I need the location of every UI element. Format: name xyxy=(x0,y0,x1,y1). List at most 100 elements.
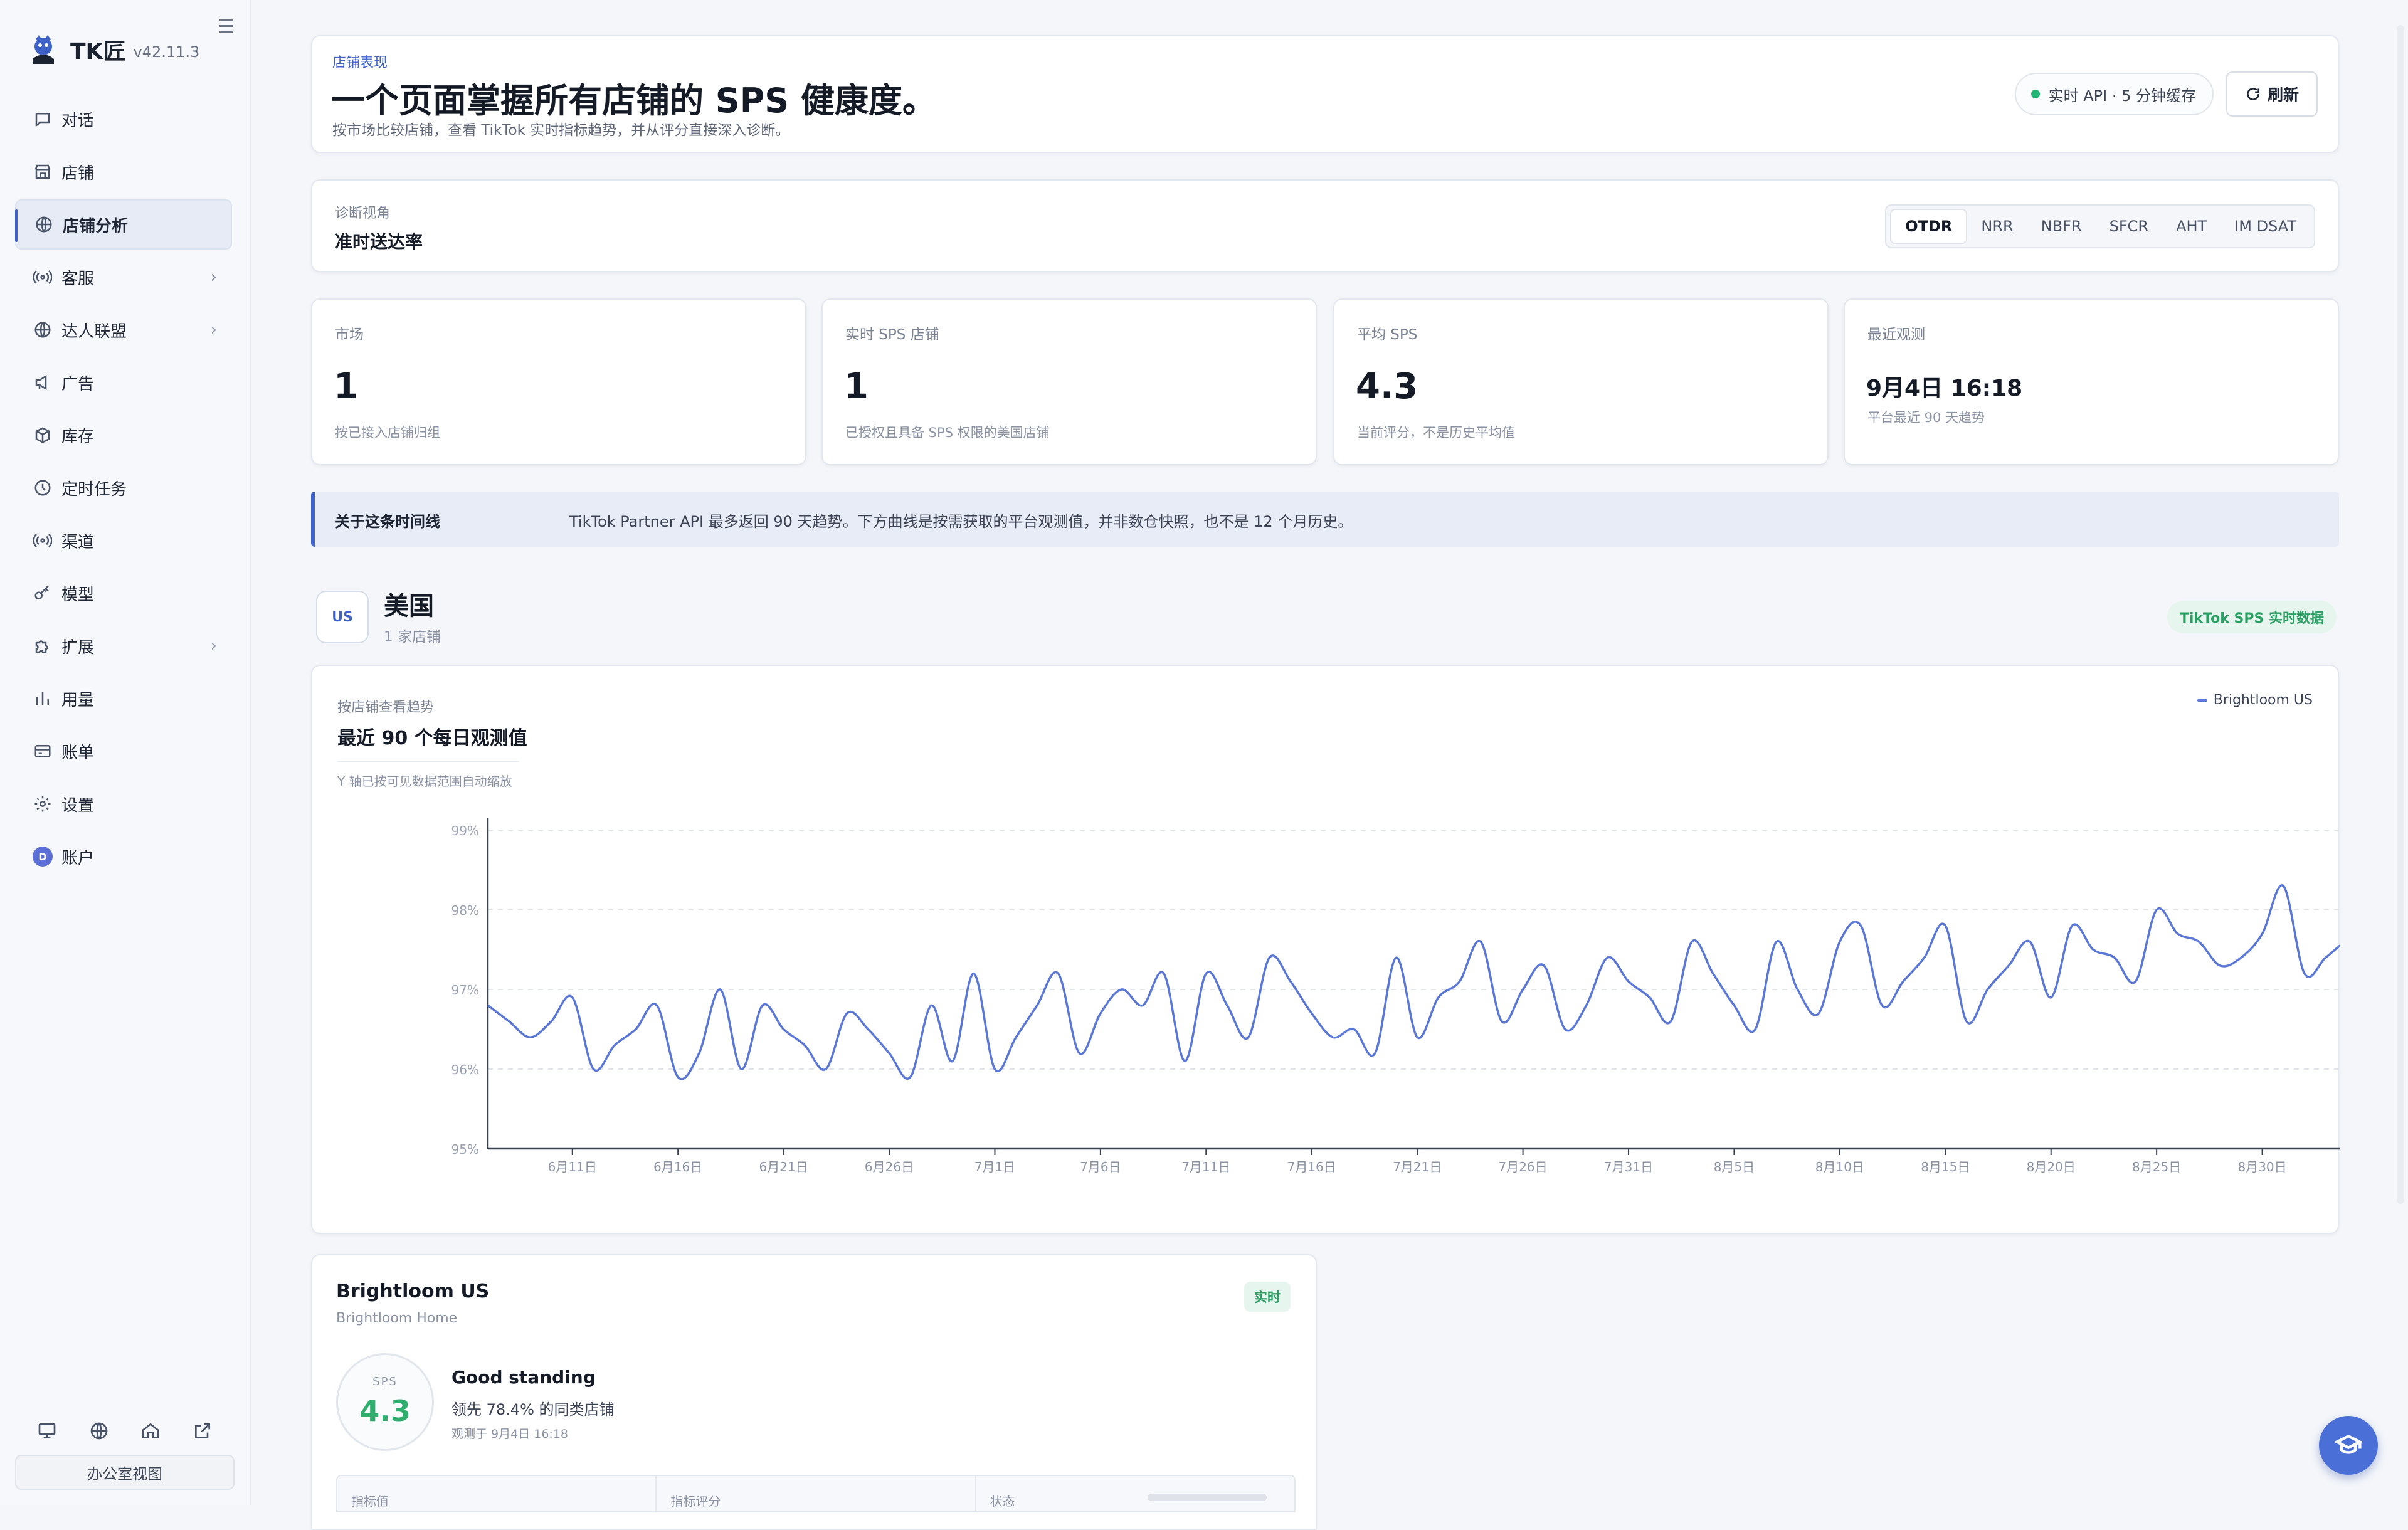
page-eyebrow: 店铺表现 xyxy=(332,55,388,71)
banner-title: 关于这条时间线 xyxy=(335,513,440,530)
lens-label: 诊断视角 xyxy=(335,206,391,221)
x-tick-label: 7月26日 xyxy=(1498,1159,1547,1174)
sidebar-item-extensions[interactable]: 扩展 › xyxy=(15,621,232,671)
sidebar-collapse-button[interactable] xyxy=(214,15,240,36)
office-view-button[interactable]: 办公室视图 xyxy=(15,1455,235,1490)
stat-sub: 平台最近 90 天趋势 xyxy=(1867,410,1985,425)
sidebar-item-label: 店铺分析 xyxy=(63,216,129,236)
standing-label: Good standing xyxy=(452,1367,596,1388)
stat-value: 1 xyxy=(334,366,358,407)
globe-icon[interactable] xyxy=(89,1421,109,1441)
sidebar-item-inventory[interactable]: 库存 xyxy=(15,410,232,460)
stat-label: 平均 SPS xyxy=(1357,327,1418,343)
external-link-icon[interactable] xyxy=(193,1421,213,1441)
sidebar-item-billing[interactable]: 账单 xyxy=(15,726,232,776)
x-tick-label: 8月15日 xyxy=(1921,1159,1970,1174)
stat-card-avg-sps: 平均 SPS 4.3 当前评分，不是历史平均值 xyxy=(1333,298,1829,465)
sidebar-item-account[interactable]: D 账户 xyxy=(15,831,232,882)
refresh-label: 刷新 xyxy=(2267,86,2299,104)
x-tick-label: 7月11日 xyxy=(1181,1159,1230,1174)
monitor-icon[interactable] xyxy=(37,1421,57,1441)
trend-chart-card: 按店铺查看趋势 最近 90 个每日观测值 Y 轴已按可见数据范围自动缩放 Bri… xyxy=(311,665,2340,1234)
refresh-button[interactable]: 刷新 xyxy=(2226,71,2318,117)
bar-chart-icon xyxy=(33,688,53,709)
sidebar-item-store-analytics[interactable]: 店铺分析 xyxy=(15,199,232,250)
sidebar-item-label: 定时任务 xyxy=(61,480,127,499)
metrics-table-header: 指标值 指标评分 状态 xyxy=(336,1475,1296,1512)
x-tick-label: 6月26日 xyxy=(865,1159,914,1174)
sidebar-item-store[interactable]: 店铺 xyxy=(15,147,232,197)
help-button[interactable] xyxy=(2319,1416,2378,1475)
x-tick-label: 8月20日 xyxy=(2027,1159,2076,1174)
chevron-right-icon: › xyxy=(210,268,217,287)
sidebar-item-usage[interactable]: 用量 xyxy=(15,673,232,724)
store-name: Brightloom US xyxy=(336,1280,490,1302)
sidebar-item-label: 用量 xyxy=(61,690,95,710)
sidebar-item-channels[interactable]: 渠道 xyxy=(15,515,232,566)
avatar-letter: D xyxy=(33,847,53,867)
tab-aht[interactable]: AHT xyxy=(2162,209,2221,244)
sidebar-item-label: 广告 xyxy=(61,374,95,394)
sidebar-item-customer-service[interactable]: 客服 › xyxy=(15,252,232,302)
sidebar-item-label: 账户 xyxy=(61,848,95,868)
tab-sfcr[interactable]: SFCR xyxy=(2096,209,2162,244)
sidebar-item-ads[interactable]: 广告 xyxy=(15,357,232,408)
store-card[interactable]: Brightloom US Brightloom Home 实时 SPS 4.3… xyxy=(311,1254,1317,1530)
tab-nrr[interactable]: NRR xyxy=(1967,209,2027,244)
banner-text: TikTok Partner API 最多返回 90 天趋势。下方曲线是按需获取… xyxy=(569,513,1353,530)
stat-label: 市场 xyxy=(335,327,364,343)
sidebar-item-models[interactable]: 模型 xyxy=(15,568,232,618)
sidebar-item-affiliate[interactable]: 达人联盟 › xyxy=(15,305,232,355)
app-name: TK匠 xyxy=(70,39,126,65)
brand[interactable]: TK匠 v42.11.3 xyxy=(25,31,199,68)
home-icon[interactable] xyxy=(140,1421,161,1441)
chat-icon xyxy=(33,109,53,129)
stat-label: 实时 SPS 店铺 xyxy=(845,327,939,343)
page-title: 一个页面掌握所有店铺的 SPS 健康度。 xyxy=(331,81,936,120)
megaphone-icon xyxy=(33,372,53,393)
sidebar-item-label: 渠道 xyxy=(61,532,95,552)
store-subtitle: Brightloom Home xyxy=(336,1311,458,1326)
x-tick-label: 8月25日 xyxy=(2132,1159,2181,1174)
tab-nbfr[interactable]: NBFR xyxy=(2027,209,2096,244)
metric-tabs: OTDR NRR NBFR SFCR AHT IM DSAT xyxy=(1885,204,2315,248)
sidebar-item-scheduled-tasks[interactable]: 定时任务 xyxy=(15,463,232,513)
tab-otdr[interactable]: OTDR xyxy=(1890,209,1968,244)
broadcast-icon xyxy=(33,530,53,551)
timeline-info-banner: 关于这条时间线 TikTok Partner API 最多返回 90 天趋势。下… xyxy=(311,492,2339,547)
x-tick-label: 7月21日 xyxy=(1393,1159,1442,1174)
page-scrollbar[interactable] xyxy=(2397,25,2404,1204)
sidebar-item-label: 扩展 xyxy=(61,638,95,657)
refresh-icon xyxy=(2247,88,2259,101)
sps-value: 4.3 xyxy=(359,1394,411,1428)
x-tick-label: 6月11日 xyxy=(548,1159,597,1174)
status-badge: 实时 xyxy=(1244,1282,1291,1312)
stat-sub: 按已接入店铺归组 xyxy=(335,425,440,440)
column-header-label: 状态 xyxy=(990,1494,1015,1509)
x-tick-label: 8月5日 xyxy=(1714,1159,1755,1174)
box-icon xyxy=(33,425,53,445)
sps-score-ring: SPS 4.3 xyxy=(336,1353,434,1451)
stat-card-live-stores: 实时 SPS 店铺 1 已授权且具备 SPS 权限的美国店铺 xyxy=(821,298,1317,465)
live-data-badge: TikTok SPS 实时数据 xyxy=(2167,601,2337,633)
status-bar xyxy=(1147,1494,1267,1501)
stat-value: 1 xyxy=(844,366,869,407)
chevron-right-icon: › xyxy=(210,636,217,655)
sidebar-item-chat[interactable]: 对话 xyxy=(15,94,232,144)
column-header: 指标评分 xyxy=(657,1476,976,1511)
sidebar-item-label: 设置 xyxy=(61,796,95,815)
x-tick-label: 7月16日 xyxy=(1287,1159,1336,1174)
tab-im-dsat[interactable]: IM DSAT xyxy=(2221,209,2310,244)
sidebar-item-settings[interactable]: 设置 xyxy=(15,779,232,829)
stat-label: 最近观测 xyxy=(1867,327,1925,343)
peer-rank: 领先 78.4% 的同类店铺 xyxy=(452,1401,615,1418)
store-icon xyxy=(33,162,53,182)
main-content: 店铺表现 一个页面掌握所有店铺的 SPS 健康度。 按市场比较店铺，查看 Tik… xyxy=(251,0,2408,1530)
api-status-text: 实时 API · 5 分钟缓存 xyxy=(2048,87,2196,105)
sidebar-footer-icons xyxy=(15,1412,235,1450)
sidebar: TK匠 v42.11.3 对话 店铺 店铺分析 客服 › 达人联盟 › 广告 库… xyxy=(0,0,251,1505)
stat-card-last-observed: 最近观测 9月4日 16:18 平台最近 90 天趋势 xyxy=(1844,298,2339,465)
observed-time: 观测于 9月4日 16:18 xyxy=(452,1427,569,1441)
x-tick-label: 7月31日 xyxy=(1604,1159,1653,1174)
api-status-badge: 实时 API · 5 分钟缓存 xyxy=(2014,73,2214,115)
